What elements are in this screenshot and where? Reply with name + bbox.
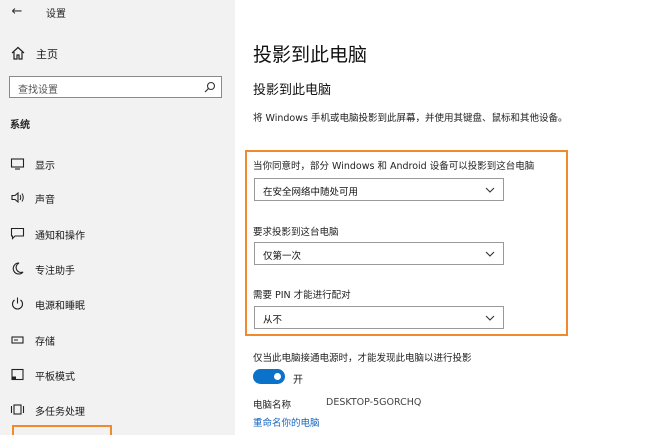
- section-title: 投影到此电脑: [253, 83, 332, 98]
- main-content: 投影到此电脑 投影到此电脑 将 Windows 手机或电脑投影到此屏幕，并使用其…: [235, 0, 650, 435]
- sidebar-item-multitasking[interactable]: 多任务处理: [0, 397, 235, 423]
- page-title: 投影到此电脑: [253, 44, 368, 66]
- sidebar-item-storage[interactable]: 存储: [0, 327, 235, 353]
- sidebar-item-label: 显示: [35, 161, 55, 172]
- availability-dropdown[interactable]: 在安全网络中随处可用: [254, 178, 504, 201]
- search-icon: [204, 81, 216, 93]
- tablet-icon: [11, 368, 24, 381]
- home-icon: [11, 46, 25, 60]
- sidebar-item-label: 多任务处理: [35, 407, 85, 418]
- window-title: 设置: [46, 9, 66, 20]
- sidebar-item-home[interactable]: 主页: [0, 41, 235, 65]
- power-note: 仅当此电脑接通电源时，才能发现此电脑以进行投影: [253, 353, 472, 364]
- sidebar-item-label: 通知和操作: [35, 231, 85, 242]
- chevron-down-icon: [485, 315, 495, 321]
- sidebar-item-label: 声音: [35, 195, 55, 206]
- sidebar-item-label: 专注助手: [35, 266, 75, 277]
- home-label: 主页: [36, 48, 58, 61]
- description-text: 将 Windows 手机或电脑投影到此屏幕，并使用其键盘、鼠标和其他设备。: [253, 113, 568, 124]
- sidebar-item-label: 电源和睡眠: [35, 301, 85, 312]
- section-heading: 系统: [10, 120, 30, 131]
- search-placeholder: 查找设置: [18, 85, 58, 96]
- pc-name-label: 电脑名称: [253, 400, 292, 411]
- dropdown-value: 从不: [263, 315, 283, 326]
- setting-label-availability: 当你同意时，部分 Windows 和 Android 设备可以投影到这台电脑: [253, 161, 535, 172]
- rename-pc-link[interactable]: 重命名你的电脑: [253, 415, 320, 429]
- chevron-down-icon: [485, 187, 495, 193]
- arrow-left-icon: ←: [11, 4, 23, 19]
- sidebar-item-focus-assist[interactable]: 专注助手: [0, 256, 235, 282]
- ask-to-project-dropdown[interactable]: 仅第一次: [254, 242, 504, 265]
- moon-icon: [12, 262, 24, 275]
- setting-label-ask-to-project: 要求投影到这台电脑: [253, 227, 339, 238]
- sidebar-item-sound[interactable]: 声音: [0, 185, 235, 211]
- dropdown-value: 在安全网络中随处可用: [263, 187, 359, 198]
- pc-name-value: DESKTOP-5GORCHQ: [326, 397, 422, 408]
- require-pin-dropdown[interactable]: 从不: [254, 306, 504, 329]
- sidebar-item-tablet-mode[interactable]: 平板模式: [0, 362, 235, 388]
- sidebar-item-power[interactable]: 电源和睡眠: [0, 291, 235, 317]
- toggle-knob: [274, 373, 281, 380]
- title-bar: ← 设置: [0, 0, 235, 24]
- setting-label-require-pin: 需要 PIN 才能进行配对: [253, 290, 351, 301]
- dropdown-value: 仅第一次: [263, 251, 302, 262]
- speaker-icon: [11, 191, 24, 204]
- back-button[interactable]: ←: [8, 3, 26, 21]
- sidebar: ← 设置 主页 查找设置 系统 显示 声音 通知和操作 专注助手 电源和睡眠 存…: [0, 0, 235, 435]
- toggle-state-label: 开: [293, 375, 303, 386]
- multitask-icon: [10, 404, 25, 415]
- power-icon: [12, 297, 23, 310]
- sidebar-item-display[interactable]: 显示: [0, 151, 235, 177]
- sidebar-item-label: 存储: [35, 337, 55, 348]
- storage-icon: [11, 336, 24, 344]
- discover-toggle[interactable]: [253, 369, 285, 384]
- monitor-icon: [10, 158, 25, 170]
- notification-icon: [10, 227, 25, 240]
- chevron-down-icon: [485, 251, 495, 257]
- sidebar-item-notifications[interactable]: 通知和操作: [0, 221, 235, 247]
- search-input[interactable]: 查找设置: [9, 76, 222, 98]
- highlighted-settings-group: 当你同意时，部分 Windows 和 Android 设备可以投影到这台电脑 在…: [245, 150, 568, 336]
- sidebar-item-label: 平板模式: [35, 372, 75, 383]
- selected-item-highlight: [12, 425, 112, 435]
